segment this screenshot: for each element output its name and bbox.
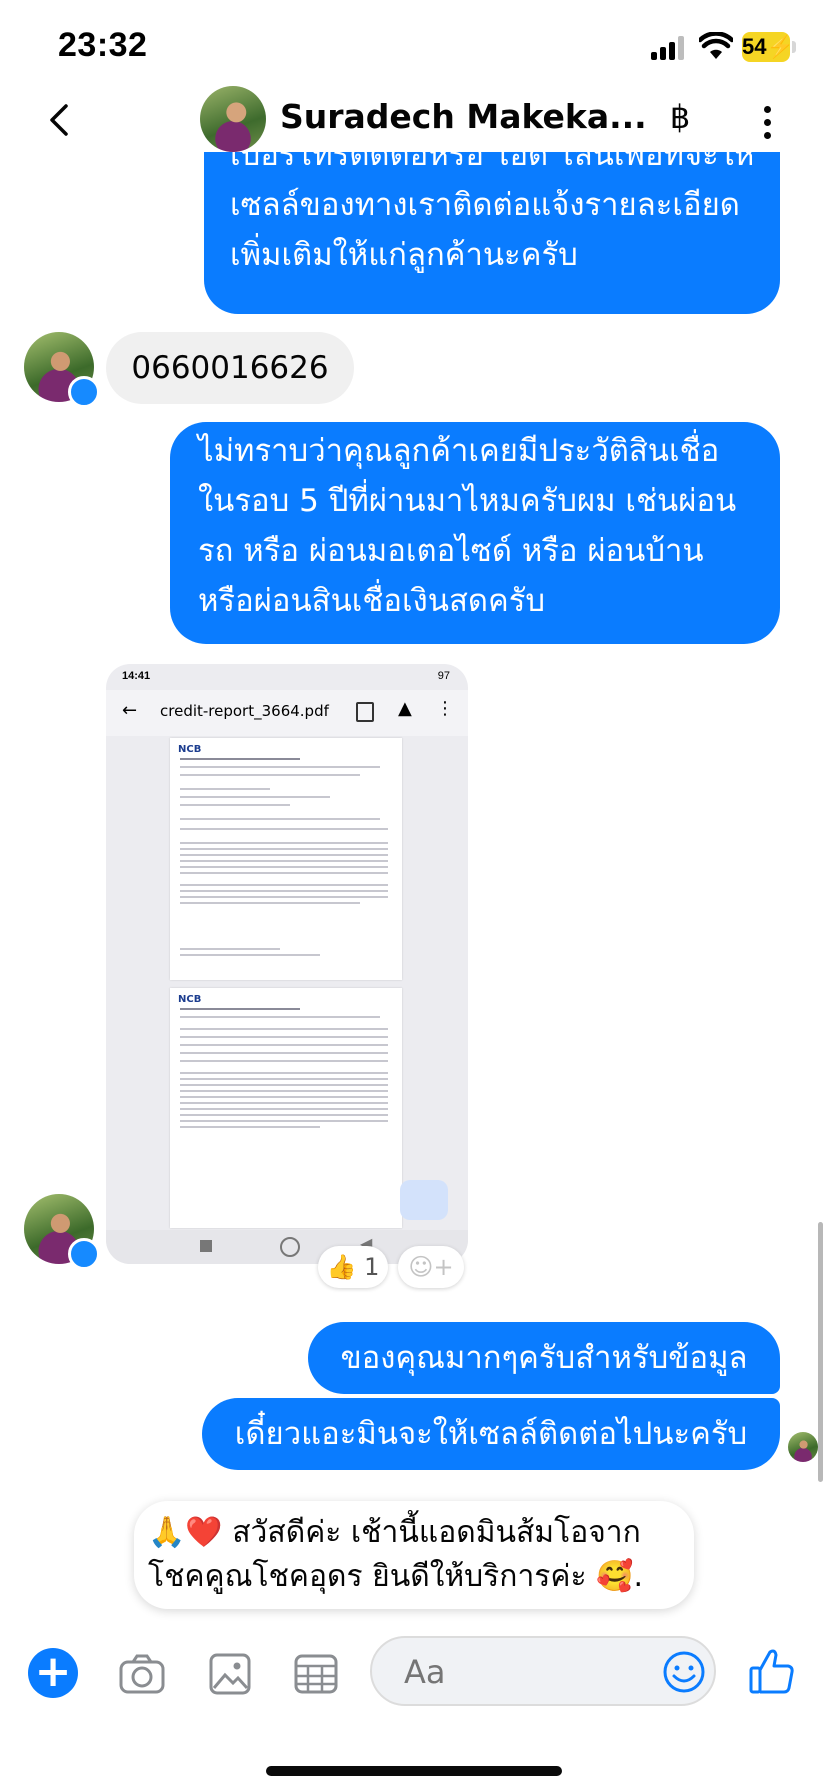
cellular-signal-icon: [651, 36, 687, 60]
pdf-page-1: NCB: [170, 738, 402, 980]
attachment-time: 14:41: [122, 670, 151, 682]
plus-icon: +: [34, 1646, 72, 1697]
home-icon: [280, 1237, 300, 1257]
message-line: หรือผ่อนสินเชื่อเงินสดครับ: [198, 583, 546, 619]
battery-tip: [792, 41, 796, 53]
seen-receipt-avatar: [788, 1432, 818, 1462]
message-input[interactable]: [402, 1650, 646, 1694]
search-document-icon: [356, 702, 374, 722]
image-attachment[interactable]: 14:41 97 ← credit-report_3664.pdf ▲ ⋮ NC…: [106, 664, 468, 1264]
payment-baht-icon[interactable]: ฿: [660, 98, 700, 136]
message-text: 0660016626: [131, 350, 329, 386]
message-line: เพิ่มเติมให้แก่ลูกค้านะครับ: [230, 237, 578, 273]
edit-pdf-icon: [400, 1180, 448, 1220]
scrollbar[interactable]: [818, 1222, 823, 1482]
gallery-icon[interactable]: [206, 1650, 254, 1698]
more-options-icon: ⋮: [436, 698, 454, 719]
drive-icon: ▲: [398, 698, 412, 719]
reaction-summary[interactable]: 👍 1: [318, 1246, 388, 1288]
charging-bolt-icon: ⚡: [766, 34, 794, 59]
contact-name[interactable]: Suradech Makeka...: [280, 97, 647, 136]
messenger-badge-icon: [68, 1238, 100, 1270]
greeting-banner: 🙏❤️ สวัสดีค่ะ เช้านี้แอดมินส้มโอจาก โชคค…: [134, 1501, 694, 1609]
attachment-status-bar: 14:41 97: [106, 664, 468, 690]
contact-avatar[interactable]: [200, 86, 266, 152]
thumbs-up-icon[interactable]: [748, 1646, 796, 1696]
wifi-icon: [699, 32, 733, 59]
battery-icon: 54⚡: [742, 32, 794, 62]
calendar-icon[interactable]: [292, 1650, 340, 1698]
pdf-viewer-toolbar: ← credit-report_3664.pdf ▲ ⋮: [106, 690, 468, 736]
outgoing-message[interactable]: ไม่ทราบว่าคุณลูกค้าเคยมีประวัติสินเชื่อ …: [170, 422, 780, 644]
incoming-message[interactable]: 0660016626: [106, 332, 354, 404]
message-line: ในรอบ 5 ปีที่ผ่านมาไหมครับผม เช่นผ่อน: [198, 483, 737, 519]
ncb-logo: NCB: [178, 994, 202, 1005]
greeting-line: 🙏❤️ สวัสดีค่ะ เช้านี้แอดมินส้มโอจาก: [148, 1515, 641, 1550]
reaction-count: 1: [364, 1253, 380, 1281]
recents-icon: [200, 1240, 212, 1252]
message-text: เดี๋ยวแอะมินจะให้เซลล์ติดต่อไปนะครับ: [234, 1416, 748, 1452]
message-line: เบอร์โทรติดต่อหรือ ไอดี ไลน์เพื่อที่จะให…: [230, 152, 755, 173]
more-options-icon[interactable]: [752, 100, 782, 144]
message-line: รถ หรือ ผ่อนมอเตอไซด์ หรือ ผ่อนบ้าน: [198, 533, 704, 569]
message-line: เซลล์ของทางเราติดต่อแจ้งรายละเอียด: [230, 187, 740, 223]
outgoing-message[interactable]: ของคุณมากๆครับสำหรับข้อมูล: [308, 1322, 780, 1394]
attachment-battery: 97: [437, 670, 450, 682]
thumbs-up-icon: 👍: [326, 1253, 357, 1281]
message-text: ของคุณมากๆครับสำหรับข้อมูล: [340, 1340, 748, 1376]
pdf-filename: credit-report_3664.pdf: [160, 702, 329, 720]
smiley-plus-icon: ☺+: [408, 1253, 454, 1281]
outgoing-message[interactable]: เบอร์โทรติดต่อหรือ ไอดี ไลน์เพื่อที่จะให…: [204, 152, 780, 314]
back-arrow-icon[interactable]: [40, 100, 80, 140]
messenger-badge-icon: [68, 376, 100, 408]
back-arrow-icon: ←: [122, 700, 138, 721]
message-composer[interactable]: [370, 1636, 716, 1706]
ncb-logo: NCB: [178, 744, 202, 755]
camera-icon[interactable]: [118, 1650, 166, 1698]
greeting-line: โชคคูณโชคอุดร ยินดีให้บริการค่ะ 🥰.: [148, 1559, 644, 1594]
outgoing-message[interactable]: เดี๋ยวแอะมินจะให้เซลล์ติดต่อไปนะครับ: [202, 1398, 780, 1470]
add-attachment-button[interactable]: +: [28, 1648, 78, 1698]
battery-level: 54: [742, 34, 767, 59]
message-line: ไม่ทราบว่าคุณลูกค้าเคยมีประวัติสินเชื่อ: [198, 433, 720, 469]
status-time: 23:32: [58, 26, 148, 64]
add-reaction-button[interactable]: ☺+: [398, 1246, 464, 1288]
home-indicator[interactable]: [266, 1766, 562, 1776]
pdf-page-2: NCB: [170, 988, 402, 1228]
emoji-icon[interactable]: [662, 1650, 706, 1694]
